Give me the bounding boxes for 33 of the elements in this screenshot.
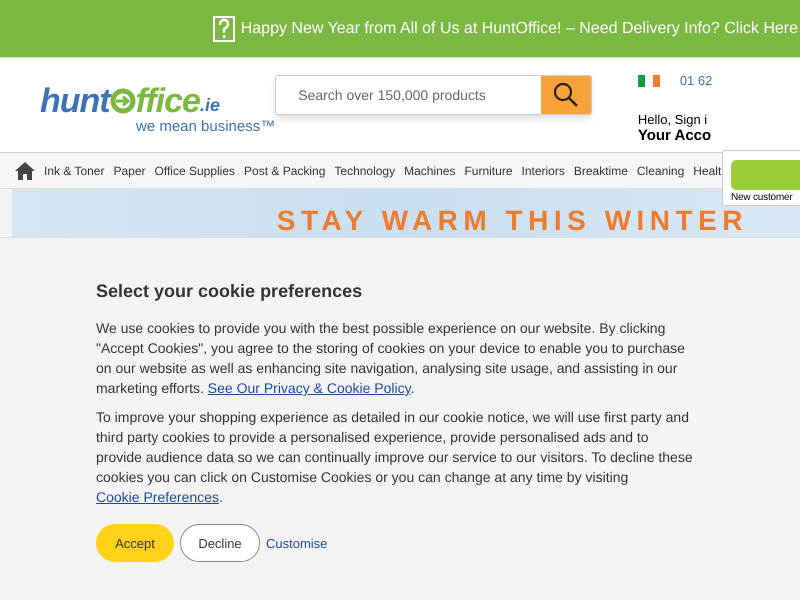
new-customer-text: New customer [731, 192, 794, 203]
banner-title: STAY WARM THIS WINTER [276, 207, 748, 235]
nav-link[interactable]: Office Supplies [154, 164, 236, 178]
nav-link[interactable]: Paper [113, 164, 146, 178]
nav-link[interactable]: Interiors [522, 164, 565, 178]
logo-tagline: we mean business™ [136, 118, 276, 135]
nav-link[interactable]: Machines [404, 164, 456, 178]
logo-domain: .ie [200, 96, 220, 114]
home-icon[interactable] [14, 160, 36, 180]
sign-in-greeting: Hello, Sign i [638, 112, 708, 127]
nav-link[interactable]: Cleaning [636, 164, 684, 178]
policy-link[interactable]: Cookie Preferences [96, 489, 219, 505]
irish-flag-icon [638, 74, 660, 86]
nav-link[interactable]: Healt [693, 164, 722, 178]
customise-link[interactable]: Customise [266, 536, 328, 550]
account-link[interactable]: Your Acco [638, 127, 800, 144]
nav-link[interactable]: Breaktime [574, 164, 628, 178]
search-button[interactable] [540, 76, 591, 114]
nav-link[interactable]: Technology [334, 164, 396, 178]
phone-link[interactable]: 01 62 [680, 73, 712, 88]
cookie-paragraph: We use cookies to provide you with the best possible experience on our website. By clicking "Accept Cookies", you agree to the storing of cookies on your device to enable you to purchase on our website as well as enhancing site navigation, analysing site usage, and assisting in our marketing efforts. See Our Privacy & Cookie Policy. [96, 319, 686, 398]
decline-button[interactable]: Decline [180, 524, 260, 562]
accept-button[interactable]: Accept [96, 524, 174, 562]
logo-text[interactable]: hunt [40, 84, 110, 118]
nav-link[interactable]: Ink & Toner [44, 164, 104, 178]
cookie-title: Select your cookie preferences [96, 281, 364, 302]
search-icon [552, 82, 579, 108]
cookie-paragraph: To improve your shopping experience as detailed in our cookie notice, we will use first party and third party cookies to provide a personalised experience, provide personalised ads and to provide audience data so we can continually improve our service to our visitors. To decline these cookies you can click on Customise Cookies or you can change at any time by visiting Cookie Preferences. [96, 408, 694, 507]
question-mark-icon [212, 16, 235, 42]
search-field[interactable]: Search over 150,000 products [275, 75, 592, 115]
nav-link[interactable]: Post & Packing [244, 164, 326, 178]
nav-link[interactable]: Furniture [464, 164, 512, 178]
policy-link[interactable]: See Our Privacy & Cookie Policy [208, 380, 411, 396]
